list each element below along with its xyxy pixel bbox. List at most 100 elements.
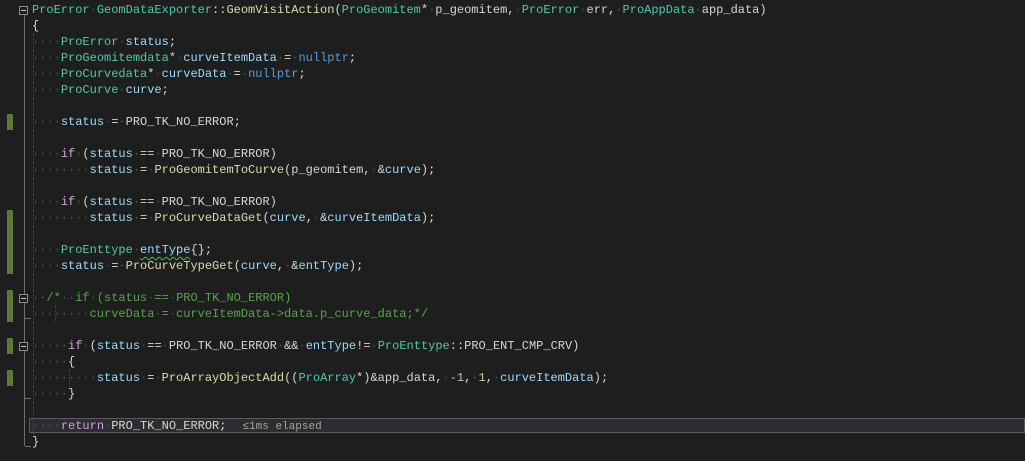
code-token: && bbox=[284, 339, 299, 353]
code-line[interactable] bbox=[0, 178, 1025, 194]
code-token: (( bbox=[284, 371, 299, 385]
code-token: == bbox=[140, 195, 155, 209]
code-line[interactable]: } bbox=[0, 434, 1025, 450]
code-token: status bbox=[89, 163, 133, 177]
code-token: curveItemData bbox=[500, 371, 594, 385]
code-token: ProCurveDataGet bbox=[154, 211, 263, 225]
code-line[interactable] bbox=[0, 226, 1025, 242]
code-line[interactable]: ·····} bbox=[0, 386, 1025, 402]
code-token: status bbox=[89, 195, 133, 209]
code-token: status bbox=[89, 147, 133, 161]
code-token: PRO_TK_NO_ERROR; bbox=[111, 419, 227, 433]
code-line[interactable]: ·····{ bbox=[0, 354, 1025, 370]
code-line[interactable]: ····ProError·status; bbox=[0, 34, 1025, 50]
code-token: *)&app_data, bbox=[356, 371, 443, 385]
code-token: == bbox=[154, 291, 169, 305]
whitespace-dots: · bbox=[154, 147, 162, 161]
code-token: nullptr bbox=[298, 51, 349, 65]
whitespace-dots: · bbox=[276, 339, 285, 353]
whitespace-dots: · bbox=[370, 339, 378, 353]
code-line[interactable] bbox=[0, 322, 1025, 338]
code-line[interactable]: ········curveData·=·curveItemData->data.… bbox=[0, 306, 1025, 322]
whitespace-dots: ···· bbox=[32, 419, 61, 433]
code-token: ( bbox=[233, 259, 241, 273]
code-token: } bbox=[32, 435, 40, 449]
code-token: ); bbox=[348, 259, 364, 273]
code-token: ( bbox=[82, 147, 90, 161]
whitespace-dots: ·· bbox=[32, 291, 47, 305]
code-token: curveItemData->data.p_curve_data;*/ bbox=[176, 307, 429, 321]
code-token: ProCurve bbox=[60, 83, 119, 97]
code-token: ; bbox=[168, 35, 177, 49]
code-token: -1 bbox=[449, 371, 465, 385]
code-token: & bbox=[377, 163, 385, 177]
code-text: { bbox=[32, 19, 39, 33]
code-line[interactable] bbox=[0, 130, 1025, 146]
whitespace-dots: ········ bbox=[32, 211, 90, 225]
whitespace-dots: · bbox=[298, 339, 306, 353]
code-token: PRO_TK_NO_ERROR) bbox=[176, 291, 292, 305]
current-statement-line[interactable]: ····return·PRO_TK_NO_ERROR; ≤1ms elapsed bbox=[0, 418, 1025, 434]
whitespace-dots: · bbox=[276, 51, 285, 65]
code-line[interactable]: ····ProGeomitemdata*·curveItemData·=·nul… bbox=[0, 50, 1025, 66]
indent-guide bbox=[33, 322, 35, 338]
code-token: ProCurveTypeGet bbox=[125, 259, 234, 273]
code-line[interactable]: ········status·=·ProCurveDataGet(curve,·… bbox=[0, 210, 1025, 226]
code-line[interactable]: { bbox=[0, 18, 1025, 34]
whitespace-dots: · bbox=[168, 291, 177, 305]
code-token: , bbox=[276, 259, 285, 273]
code-line[interactable] bbox=[0, 274, 1025, 290]
code-text: ·····if·(status·==·PRO_TK_NO_ERROR·&&·en… bbox=[32, 339, 579, 353]
code-token: status bbox=[60, 115, 105, 129]
code-token: entType bbox=[305, 339, 357, 353]
perf-tip[interactable]: ≤1ms elapsed bbox=[242, 421, 321, 433]
code-line[interactable] bbox=[0, 98, 1025, 114]
code-token: } bbox=[68, 387, 76, 401]
code-text: ········status·=·ProGeomitemToCurve(p_ge… bbox=[32, 163, 435, 177]
code-line[interactable]: ····ProCurve·curve; bbox=[0, 82, 1025, 98]
code-token: curveData bbox=[161, 67, 227, 81]
code-token: app_data) bbox=[701, 3, 767, 17]
whitespace-dots: · bbox=[154, 371, 162, 385]
code-line[interactable]: ····status·=·ProCurveTypeGet(curve,·&ent… bbox=[0, 258, 1025, 274]
code-token: if bbox=[60, 147, 76, 161]
code-line[interactable]: ····if·(status·==·PRO_TK_NO_ERROR) bbox=[0, 194, 1025, 210]
code-token: & bbox=[291, 259, 299, 273]
code-text: ·····{ bbox=[32, 355, 75, 369]
whitespace-dots: ···· bbox=[32, 259, 61, 273]
code-line[interactable]: ····ProCurvedata*·curveData·=·nullptr; bbox=[0, 66, 1025, 82]
code-token: ProEnttype bbox=[377, 339, 450, 353]
code-line[interactable]: ·········status·=·ProArrayObjectAdd((Pro… bbox=[0, 370, 1025, 386]
code-line[interactable]: ·····if·(status·==·PRO_TK_NO_ERROR·&&·en… bbox=[0, 338, 1025, 354]
code-token: 1 bbox=[478, 371, 486, 385]
whitespace-dots: · bbox=[118, 83, 126, 97]
code-token: PRO_TK_NO_ERROR) bbox=[161, 195, 277, 209]
code-token: ::PRO_ENT_CMP_CRV) bbox=[449, 339, 580, 353]
whitespace-dots: · bbox=[82, 339, 90, 353]
code-token: ProGeomitem bbox=[341, 3, 421, 17]
code-token: p_geomitem, bbox=[435, 3, 515, 17]
code-token: entType bbox=[140, 243, 191, 257]
code-token: GeomVisitAction bbox=[226, 3, 335, 17]
code-text: ProError·GeomDataExporter::GeomVisitActi… bbox=[32, 3, 767, 17]
whitespace-dots: ···· bbox=[32, 51, 61, 65]
code-line[interactable]: ····status·=·PRO_TK_NO_ERROR; bbox=[0, 114, 1025, 130]
code-line[interactable]: ProError·GeomDataExporter::GeomVisitActi… bbox=[0, 2, 1025, 18]
code-token: PRO_TK_NO_ERROR bbox=[168, 339, 277, 353]
code-line[interactable] bbox=[0, 402, 1025, 418]
code-token: GeomDataExporter bbox=[96, 3, 213, 17]
code-lines: ProError·GeomDataExporter::GeomVisitActi… bbox=[0, 0, 1025, 450]
whitespace-dots: · bbox=[154, 195, 162, 209]
code-token: { bbox=[68, 355, 76, 369]
indent-guide bbox=[33, 98, 35, 114]
code-line[interactable]: ··/*··if·(status·==·PRO_TK_NO_ERROR) bbox=[0, 290, 1025, 306]
code-token: curveItemData bbox=[327, 211, 421, 225]
code-line[interactable]: ····ProEnttype·entType{}; bbox=[0, 242, 1025, 258]
code-text: ····ProEnttype·entType{}; bbox=[32, 243, 212, 257]
whitespace-dots: · bbox=[579, 3, 587, 17]
code-token: nullptr bbox=[248, 67, 299, 81]
code-line[interactable]: ········status·=·ProGeomitemToCurve(p_ge… bbox=[0, 162, 1025, 178]
code-line[interactable]: ····if·(status·==·PRO_TK_NO_ERROR) bbox=[0, 146, 1025, 162]
code-token: status bbox=[96, 371, 141, 385]
whitespace-dots: · bbox=[615, 3, 623, 17]
